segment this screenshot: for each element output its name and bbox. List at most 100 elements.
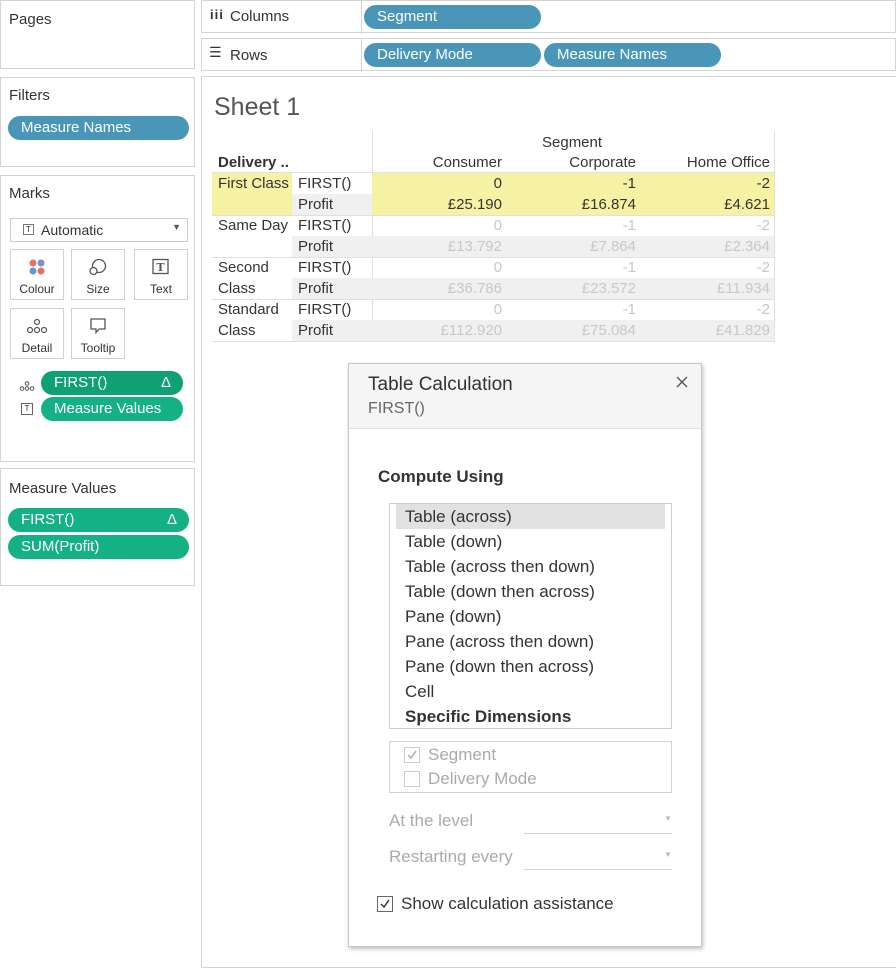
restarting-every-dropdown[interactable]: ▼ — [524, 845, 672, 870]
rows-label: Rows — [230, 47, 268, 64]
measure-values-pill-sum-profit[interactable]: SUM(Profit) — [8, 535, 189, 559]
close-icon[interactable] — [673, 373, 691, 391]
segment-checkbox[interactable] — [404, 747, 420, 763]
row-header[interactable]: Delivery .. — [218, 154, 289, 171]
table-cell[interactable]: £41.829 — [670, 322, 770, 339]
at-level-dropdown[interactable]: ▼ — [524, 809, 672, 834]
table-cell[interactable]: £16.874 — [536, 196, 636, 213]
svg-text:T: T — [156, 261, 165, 274]
table-cell[interactable]: £36.786 — [402, 280, 502, 297]
table-cell[interactable]: £11.934 — [670, 280, 770, 297]
table-cell[interactable]: £112.920 — [402, 322, 502, 339]
marks-pill-measure-values[interactable]: Measure Values — [41, 397, 183, 421]
tooltip-button[interactable]: Tooltip — [71, 308, 125, 359]
rows-pill-measure-names[interactable]: Measure Names — [544, 43, 721, 67]
dialog-subtitle: FIRST() — [368, 400, 425, 417]
table-cell[interactable]: -1 — [536, 301, 636, 318]
segment-checkbox-label: Segment — [428, 745, 497, 764]
delivery-mode-checkbox-label: Delivery Mode — [428, 769, 537, 788]
size-button[interactable]: Size — [71, 249, 125, 300]
table-cell[interactable]: £4.621 — [670, 196, 770, 213]
colour-icon — [11, 258, 63, 276]
mark-type-dropdown[interactable]: T Automatic ▼ — [10, 218, 188, 242]
table-cell[interactable]: 0 — [402, 301, 502, 318]
table-cell[interactable]: -2 — [670, 175, 770, 192]
dimensions-box: Segment Delivery Mode — [389, 741, 672, 793]
tooltip-label: Tooltip — [80, 341, 116, 355]
measure-values-title: Measure Values — [9, 480, 117, 497]
filters-title: Filters — [9, 87, 50, 104]
columns-label: Columns — [230, 8, 290, 25]
text-button[interactable]: T Text — [134, 249, 188, 300]
option-specific-dimensions[interactable]: Specific Dimensions — [405, 704, 571, 729]
option-pane-down-then-across[interactable]: Pane (down then across) — [405, 654, 594, 679]
text-icon: T — [21, 403, 33, 415]
rows-pill-delivery-mode[interactable]: Delivery Mode — [364, 43, 541, 67]
measure-values-panel: Measure Values FIRST() Δ SUM(Profit) — [0, 468, 195, 586]
measure-label: FIRST() — [298, 259, 352, 276]
crosstab: Segment Delivery .. Consumer Corporate H… — [212, 131, 775, 342]
pages-title: Pages — [9, 11, 52, 28]
measure-label: FIRST() — [298, 301, 352, 318]
table-cell[interactable]: -2 — [670, 217, 770, 234]
option-table-down-then-across[interactable]: Table (down then across) — [405, 579, 595, 604]
table-cell[interactable]: -2 — [670, 301, 770, 318]
option-table-across-then-down[interactable]: Table (across then down) — [405, 554, 595, 579]
mark-type-label: Automatic — [41, 222, 104, 238]
option-cell[interactable]: Cell — [405, 679, 434, 704]
row-label-standard-class-line2[interactable]: Class — [218, 322, 256, 339]
colour-label: Colour — [19, 282, 55, 296]
measure-label: FIRST() — [298, 217, 352, 234]
delta-icon: Δ — [166, 511, 177, 528]
table-cell[interactable]: 0 — [402, 217, 502, 234]
colour-button[interactable]: Colour — [10, 249, 64, 300]
option-pane-down[interactable]: Pane (down) — [405, 604, 501, 629]
size-label: Size — [86, 282, 110, 296]
column-header-home-office[interactable]: Home Office — [670, 154, 770, 171]
table-cell[interactable]: -1 — [536, 217, 636, 234]
table-cell[interactable]: -1 — [536, 259, 636, 276]
row-label-second-class[interactable]: Second — [218, 259, 269, 276]
table-cell[interactable]: £13.792 — [402, 238, 502, 255]
table-cell[interactable]: 0 — [402, 175, 502, 192]
row-label-second-class-line2[interactable]: Class — [218, 280, 256, 297]
table-cell[interactable]: £7.864 — [536, 238, 636, 255]
measure-label: Profit — [298, 196, 334, 213]
chevron-down-icon: ▼ — [172, 222, 181, 232]
detail-icon — [19, 378, 35, 395]
table-cell[interactable]: £75.084 — [536, 322, 636, 339]
columns-pill-segment[interactable]: Segment — [364, 5, 541, 29]
measure-values-pill-first-label: FIRST() — [21, 511, 75, 528]
row-label-standard-class[interactable]: Standard — [218, 301, 279, 318]
table-cell[interactable]: £25.190 — [402, 196, 502, 213]
at-level-label: At the level — [389, 811, 474, 830]
show-assistance-checkbox[interactable] — [377, 896, 393, 912]
column-header-corporate[interactable]: Corporate — [536, 154, 636, 171]
marks-pill-first[interactable]: FIRST() Δ — [41, 371, 183, 395]
measure-label: Profit — [298, 238, 334, 255]
row-label-first-class[interactable]: First Class — [218, 175, 289, 192]
compute-using-list[interactable]: Table (across) Table (down) Table (acros… — [389, 503, 672, 729]
tooltip-icon — [72, 317, 124, 335]
table-cell[interactable]: £2.364 — [670, 238, 770, 255]
option-table-down[interactable]: Table (down) — [405, 529, 502, 554]
option-table-across[interactable]: Table (across) — [405, 504, 512, 529]
measure-values-pill-first[interactable]: FIRST() Δ — [8, 508, 189, 532]
table-calculation-dialog: Table Calculation FIRST() Compute Using … — [348, 363, 702, 947]
chevron-down-icon: ▼ — [664, 814, 672, 823]
chevron-down-icon: ▼ — [664, 850, 672, 859]
detail-label: Detail — [21, 341, 53, 355]
table-cell[interactable]: -2 — [670, 259, 770, 276]
row-label-same-day[interactable]: Same Day — [218, 217, 288, 234]
table-cell[interactable]: £23.572 — [536, 280, 636, 297]
table-cell[interactable]: -1 — [536, 175, 636, 192]
filters-panel: Filters Measure Names — [0, 77, 195, 167]
detail-button[interactable]: Detail — [10, 308, 64, 359]
dialog-title: Table Calculation — [368, 374, 513, 395]
table-cell[interactable]: 0 — [402, 259, 502, 276]
filter-pill-measure-names[interactable]: Measure Names — [8, 116, 189, 140]
marks-panel: Marks T Automatic ▼ Colour Size T Text D… — [0, 175, 195, 462]
column-header-consumer[interactable]: Consumer — [402, 154, 502, 171]
delivery-mode-checkbox[interactable] — [404, 771, 420, 787]
option-pane-across-then-down[interactable]: Pane (across then down) — [405, 629, 594, 654]
